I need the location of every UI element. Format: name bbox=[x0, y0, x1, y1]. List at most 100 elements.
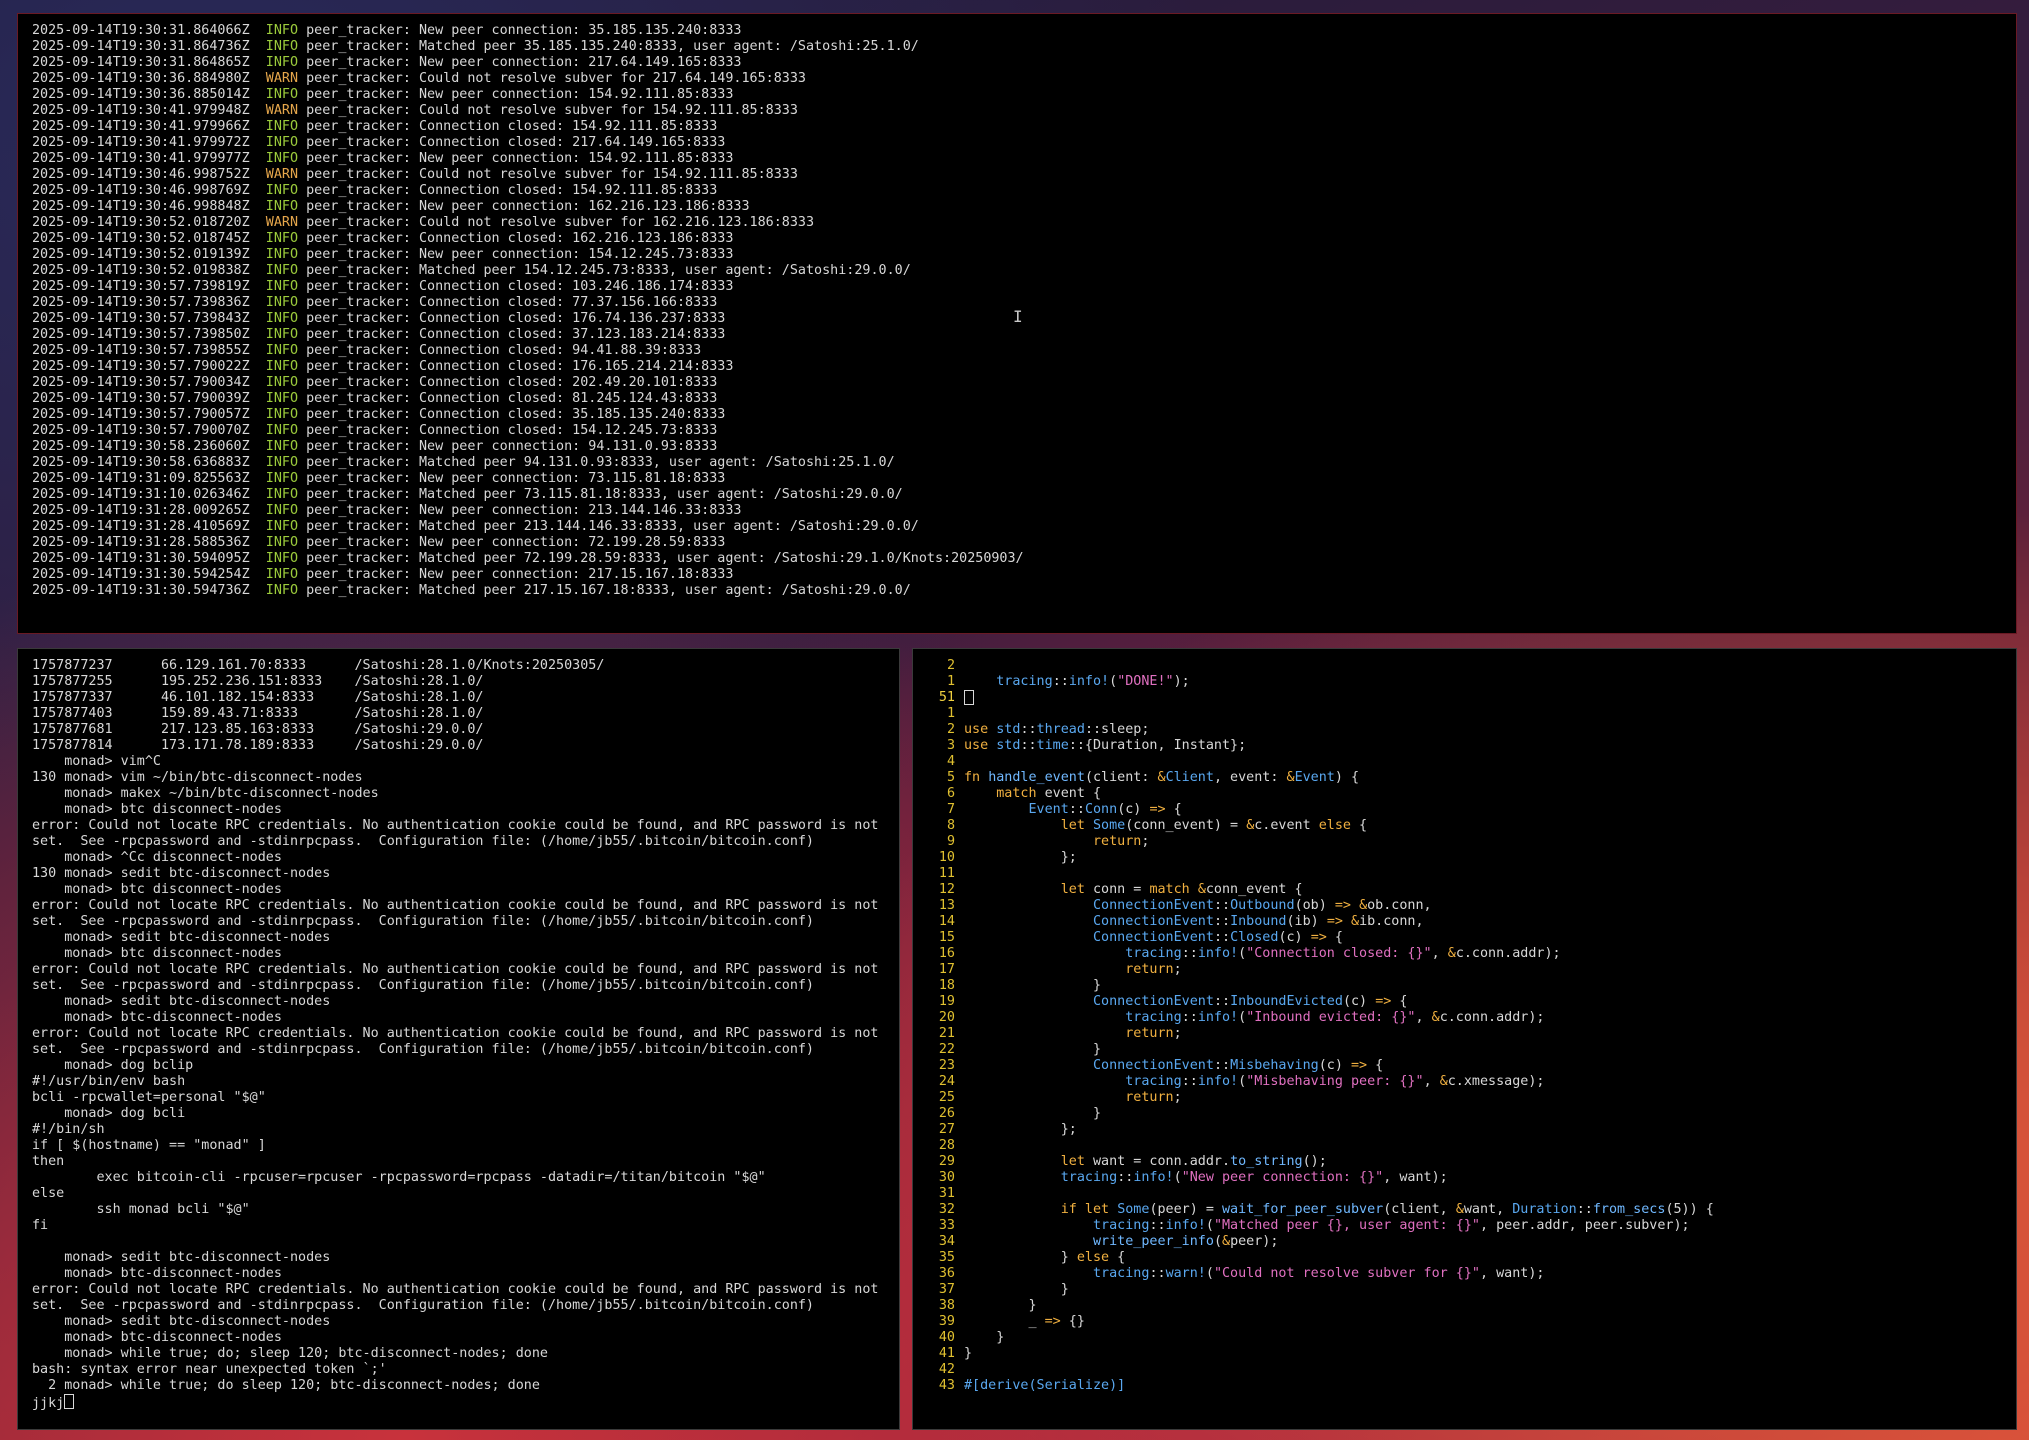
code-text: } bbox=[964, 1282, 2008, 1298]
line-number: 6 bbox=[946, 786, 955, 801]
code-token: thread bbox=[1036, 722, 1085, 737]
log-message: New peer connection: 213.144.146.33:8333 bbox=[418, 503, 742, 518]
code-line[interactable]: 21 return; bbox=[921, 1026, 2008, 1042]
code-line[interactable]: 33 tracing::info!("Matched peer {}, user… bbox=[921, 1218, 2008, 1234]
code-token: tracing bbox=[1125, 1010, 1182, 1025]
code-line[interactable]: 40 } bbox=[921, 1330, 2008, 1346]
code-line[interactable]: 12 let conn = match &conn_event { bbox=[921, 882, 2008, 898]
code-token: Closed bbox=[1230, 930, 1279, 945]
log-message: Matched peer 35.185.135.240:8333, user a… bbox=[418, 39, 919, 54]
code-line[interactable]: 4 bbox=[921, 754, 2008, 770]
code-line[interactable]: 14 ConnectionEvent::Inbound(ib) => &ib.c… bbox=[921, 914, 2008, 930]
code-token: ConnectionEvent bbox=[1093, 994, 1214, 1009]
log-line: 2025-09-14T19:30:52.018745Z INFO peer_tr… bbox=[32, 231, 2002, 247]
code-token: (c) bbox=[1318, 1058, 1351, 1073]
code-token: & bbox=[1286, 770, 1295, 785]
shell-line: #!/usr/bin/env bash bbox=[32, 1074, 885, 1090]
code-editor-pane[interactable]: 21 tracing::info!("DONE!"); 51 1 2 use std::… bbox=[912, 648, 2017, 1430]
code-line[interactable]: 8 let Some(conn_event) = &c.event else { bbox=[921, 818, 2008, 834]
code-line[interactable]: 1 tracing::info!("DONE!"); bbox=[921, 674, 2008, 690]
code-line[interactable]: 29 let want = conn.addr.to_string(); bbox=[921, 1154, 2008, 1170]
code-line[interactable]: 7 Event::Conn(c) => { bbox=[921, 802, 2008, 818]
log-timestamp: 2025-09-14T19:30:57.739819Z bbox=[32, 279, 250, 294]
code-line[interactable]: 2 use std::thread::sleep; bbox=[921, 722, 2008, 738]
code-token: (c) bbox=[1278, 930, 1311, 945]
code-line[interactable]: 43 #[derive(Serialize)] bbox=[921, 1378, 2008, 1394]
code-text: } bbox=[964, 1330, 2008, 1346]
shell-line: bcli -rpcwallet=personal "$@" bbox=[32, 1090, 885, 1106]
code-line[interactable]: 3 use std::time::{Duration, Instant}; bbox=[921, 738, 2008, 754]
code-line[interactable]: 19 ConnectionEvent::InboundEvicted(c) =>… bbox=[921, 994, 2008, 1010]
code-line[interactable]: 22 } bbox=[921, 1042, 2008, 1058]
code-line[interactable]: 42 bbox=[921, 1362, 2008, 1378]
code-line[interactable]: 51 bbox=[921, 690, 2008, 706]
code-line[interactable]: 26 } bbox=[921, 1106, 2008, 1122]
code-token: time bbox=[1036, 738, 1069, 753]
code-line[interactable]: 17 return; bbox=[921, 962, 2008, 978]
line-number: 38 bbox=[938, 1298, 955, 1313]
log-message: New peer connection: 217.15.167.18:8333 bbox=[418, 567, 734, 582]
code-line[interactable]: 1 bbox=[921, 706, 2008, 722]
log-module: peer_tracker: bbox=[306, 519, 411, 534]
shell-prompt-input[interactable]: jjkj bbox=[32, 1394, 885, 1412]
code-line[interactable]: 10 }; bbox=[921, 850, 2008, 866]
log-module: peer_tracker: bbox=[306, 247, 411, 262]
code-token: tracing bbox=[1093, 1266, 1150, 1281]
log-line: 2025-09-14T19:30:31.864736Z INFO peer_tr… bbox=[32, 39, 2002, 55]
code-line[interactable]: 32 if let Some(peer) = wait_for_peer_sub… bbox=[921, 1202, 2008, 1218]
shell-line: 1757877814 173.171.78.189:8333 /Satoshi:… bbox=[32, 738, 885, 754]
shell-line: 1757877255 195.252.236.151:8333 /Satoshi… bbox=[32, 674, 885, 690]
log-module: peer_tracker: bbox=[306, 71, 411, 86]
code-line[interactable]: 37 } bbox=[921, 1282, 2008, 1298]
shell-terminal-pane[interactable]: 1757877237 66.129.161.70:8333 /Satoshi:2… bbox=[17, 648, 900, 1430]
code-text: tracing::info!("DONE!"); bbox=[964, 674, 2008, 690]
code-line[interactable]: 41} bbox=[921, 1346, 2008, 1362]
log-line: 2025-09-14T19:31:09.825563Z INFO peer_tr… bbox=[32, 471, 2002, 487]
code-token: ob.conn, bbox=[1367, 898, 1432, 913]
code-line[interactable]: 25 return; bbox=[921, 1090, 2008, 1106]
code-token: } bbox=[964, 1282, 1069, 1297]
code-line[interactable]: 34 write_peer_info(&peer); bbox=[921, 1234, 2008, 1250]
code-token: from_secs bbox=[1592, 1202, 1666, 1217]
shell-line: error: Could not locate RPC credentials.… bbox=[32, 1282, 885, 1314]
code-token: want = conn.addr. bbox=[1093, 1154, 1231, 1169]
code-line[interactable]: 27 }; bbox=[921, 1122, 2008, 1138]
code-line[interactable]: 16 tracing::info!("Connection closed: {}… bbox=[921, 946, 2008, 962]
code-line[interactable]: 36 tracing::warn!("Could not resolve sub… bbox=[921, 1266, 2008, 1282]
shell-line-text: then bbox=[32, 1154, 65, 1169]
code-line[interactable]: 38 } bbox=[921, 1298, 2008, 1314]
log-level: INFO bbox=[265, 359, 299, 374]
code-line[interactable]: 28 bbox=[921, 1138, 2008, 1154]
code-line[interactable]: 18 } bbox=[921, 978, 2008, 994]
shell-line-text: monad> ^Cc disconnect-nodes bbox=[32, 850, 282, 865]
code-text: } bbox=[964, 1106, 2008, 1122]
code-line[interactable]: 2 bbox=[921, 658, 2008, 674]
log-timestamp: 2025-09-14T19:30:46.998769Z bbox=[32, 183, 250, 198]
code-line[interactable]: 30 tracing::info!("New peer connection: … bbox=[921, 1170, 2008, 1186]
log-module: peer_tracker: bbox=[306, 183, 411, 198]
log-message: Could not resolve subver for 162.216.123… bbox=[418, 215, 815, 230]
code-line[interactable]: 23 ConnectionEvent::Misbehaving(c) => { bbox=[921, 1058, 2008, 1074]
shell-line-text: monad> btc disconnect-nodes bbox=[32, 882, 282, 897]
code-line[interactable]: 9 return; bbox=[921, 834, 2008, 850]
code-line[interactable]: 13 ConnectionEvent::Outbound(ob) => &ob.… bbox=[921, 898, 2008, 914]
log-message: Connection closed: 103.246.186.174:8333 bbox=[418, 279, 734, 294]
code-line[interactable]: 11 bbox=[921, 866, 2008, 882]
code-line[interactable]: 5 fn handle_event(client: &Client, event:… bbox=[921, 770, 2008, 786]
code-line[interactable]: 35 } else { bbox=[921, 1250, 2008, 1266]
code-line[interactable]: 20 tracing::info!("Inbound evicted: {}",… bbox=[921, 1010, 2008, 1026]
code-line[interactable]: 39 _ => {} bbox=[921, 1314, 2008, 1330]
code-line[interactable]: 15 ConnectionEvent::Closed(c) => { bbox=[921, 930, 2008, 946]
line-number: 42 bbox=[938, 1362, 955, 1377]
code-token: => bbox=[1044, 1314, 1061, 1329]
code-line[interactable]: 31 bbox=[921, 1186, 2008, 1202]
code-token: (conn_event) = bbox=[1125, 818, 1247, 833]
line-number: 40 bbox=[938, 1330, 955, 1345]
code-token: } bbox=[964, 1106, 1102, 1121]
code-line[interactable]: 24 tracing::info!("Misbehaving peer: {}"… bbox=[921, 1074, 2008, 1090]
log-module: peer_tracker: bbox=[306, 407, 411, 422]
log-level: INFO bbox=[265, 343, 299, 358]
code-line[interactable]: 6 match event { bbox=[921, 786, 2008, 802]
